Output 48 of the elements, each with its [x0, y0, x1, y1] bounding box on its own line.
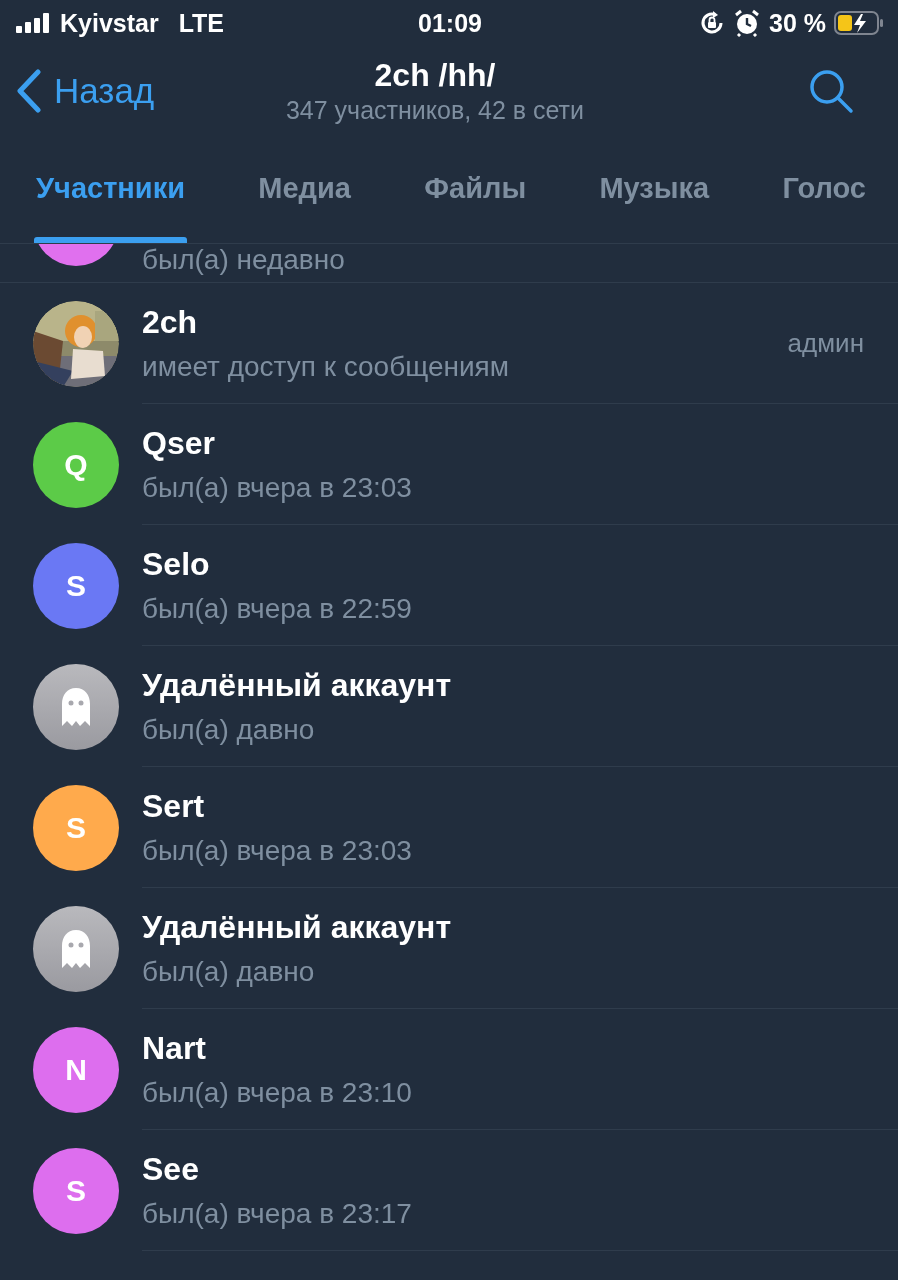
avatar: Q [33, 421, 119, 508]
tab[interactable]: Участники [26, 136, 196, 243]
member-status: имеет доступ к сообщениям [142, 351, 511, 383]
tab[interactable]: Файлы [414, 136, 537, 243]
avatar: S [33, 1147, 119, 1234]
member-name: Selo [142, 546, 211, 583]
member-name: See [142, 1151, 200, 1188]
member-row[interactable]: S See был(а) вчера в 23:17 [0, 1130, 898, 1251]
alarm-icon [733, 9, 762, 37]
avatar: N [33, 1026, 119, 1113]
chat-title: 2ch /hh/ [374, 57, 496, 94]
member-status: был(а) вчера в 23:03 [142, 835, 413, 867]
tab[interactable]: Голос [772, 136, 876, 243]
status-time: 01:09 [418, 8, 482, 38]
network-type: LTE [178, 8, 225, 38]
tab[interactable]: Музыка [589, 136, 720, 243]
member-name: Qser [142, 425, 216, 462]
member-status: был(а) вчера в 22:59 [142, 593, 413, 625]
member-name: Удалённый аккаунт [142, 909, 453, 946]
tab[interactable]: Медиа [248, 136, 361, 243]
back-button[interactable]: Назад [16, 69, 276, 113]
battery-charging-icon [834, 11, 884, 35]
member-status: был(а) вчера в 23:10 [142, 1077, 413, 1109]
member-row[interactable]: N Nart был(а) вчера в 23:10 [0, 1009, 898, 1130]
member-status: был(а) вчера в 23:03 [142, 472, 413, 504]
carrier-name: Kyivstar [60, 8, 159, 38]
member-row[interactable]: S Sert был(а) вчера в 23:03 [0, 767, 898, 888]
chat-subtitle: 347 участников, 42 в сети [285, 96, 585, 125]
member-name: Nart [142, 1030, 207, 1067]
signal-icon [16, 13, 52, 33]
member-row[interactable]: Q Qser был(а) вчера в 23:03 [0, 404, 898, 525]
member-status: был(а) вчера в 23:17 [142, 1198, 413, 1230]
search-icon[interactable] [808, 68, 854, 114]
back-chevron-icon [16, 69, 42, 113]
battery-percent: 30 % [769, 8, 826, 38]
member-row[interactable]: Удалённый аккаунт был(а) давно [0, 646, 898, 767]
member-name: Удалённый аккаунт [142, 667, 453, 704]
member-status: был(а) давно [142, 714, 316, 746]
member-role: админ [787, 328, 864, 359]
avatar: S [33, 784, 119, 871]
member-row[interactable]: S Selo был(а) вчера в 22:59 [0, 525, 898, 646]
member-row[interactable]: Удалённый аккаунт был(а) давно [0, 888, 898, 1009]
member-name: Sert [142, 788, 206, 825]
member-status: был(а) недавно [142, 244, 345, 276]
avatar: S [33, 542, 119, 629]
member-name: 2ch [142, 304, 199, 341]
member-row[interactable]: 2ch имеет доступ к сообщениям админ [0, 283, 898, 404]
member-status: был(а) давно [142, 956, 316, 988]
